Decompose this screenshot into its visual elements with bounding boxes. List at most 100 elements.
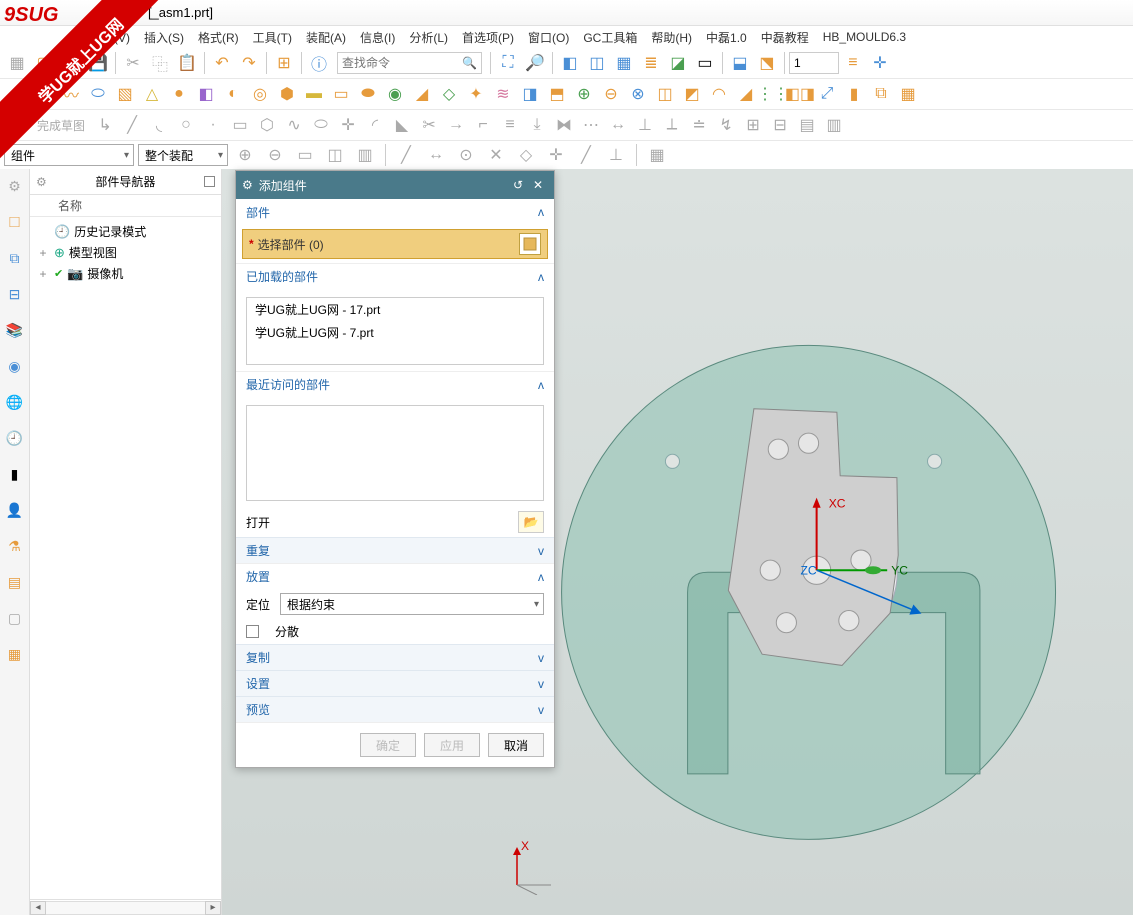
- command-search-input[interactable]: [342, 56, 462, 70]
- zoom-icon[interactable]: 🔎: [522, 50, 548, 76]
- swatch-icon[interactable]: ▭: [692, 50, 718, 76]
- mfg-icon[interactable]: ▤: [4, 571, 26, 593]
- rib-icon[interactable]: ◢: [409, 81, 435, 107]
- more-feature-icon[interactable]: ▦: [895, 81, 921, 107]
- dim-icon[interactable]: ↔: [605, 112, 631, 138]
- menu-gctools[interactable]: GC工具箱: [583, 29, 637, 46]
- redo-icon[interactable]: ↷: [236, 50, 262, 76]
- horizontal-scrollbar[interactable]: ◂ ▸: [30, 899, 221, 915]
- draft-icon[interactable]: ◩: [679, 81, 705, 107]
- layer-icon[interactable]: ≣: [638, 50, 664, 76]
- sel-tool5-icon[interactable]: ▥: [352, 142, 378, 168]
- shade-icon[interactable]: ◧: [557, 50, 583, 76]
- view-orient-icon[interactable]: ▦: [644, 142, 670, 168]
- section-settings[interactable]: 设置 v: [236, 670, 554, 696]
- trim-body-icon[interactable]: ◨: [517, 81, 543, 107]
- expand-icon[interactable]: +: [36, 246, 50, 260]
- snap-int-icon[interactable]: ✕: [483, 142, 509, 168]
- scroll-left-icon[interactable]: ◂: [30, 901, 46, 915]
- tree-node-camera[interactable]: + ✔ 📷 摄像机: [30, 263, 221, 284]
- split-body-icon[interactable]: ⬒: [544, 81, 570, 107]
- fit-icon[interactable]: ⛶: [495, 50, 521, 76]
- misc1-icon[interactable]: ⊞: [740, 112, 766, 138]
- command-search[interactable]: 🔍: [337, 52, 482, 74]
- process-studio-icon[interactable]: ⚗: [4, 535, 26, 557]
- profile-icon[interactable]: ↳: [92, 112, 118, 138]
- offset-surf-icon[interactable]: ≋: [490, 81, 516, 107]
- trim-icon[interactable]: ✂: [416, 112, 442, 138]
- sel-tool2-icon[interactable]: ⊖: [262, 142, 288, 168]
- history-icon[interactable]: 🕘: [4, 427, 26, 449]
- section-recent[interactable]: 最近访问的部件 ʌ: [236, 371, 554, 397]
- search-icon[interactable]: 🔍: [462, 56, 477, 70]
- paste-icon[interactable]: 📋: [174, 50, 200, 76]
- gear-icon[interactable]: ⚙: [4, 175, 26, 197]
- shell-icon[interactable]: ◫: [652, 81, 678, 107]
- subtract-icon[interactable]: ⊖: [598, 81, 624, 107]
- new-file-icon[interactable]: ▢: [31, 50, 57, 76]
- font-a-icon[interactable]: A: [4, 81, 30, 107]
- block-icon[interactable]: ▧: [112, 81, 138, 107]
- tree-header-name[interactable]: 名称: [30, 195, 221, 217]
- slot-icon[interactable]: ⬬: [355, 81, 381, 107]
- thicken-icon[interactable]: ▮: [841, 81, 867, 107]
- custom2-icon[interactable]: ▦: [4, 643, 26, 665]
- snap-tan-icon[interactable]: ╱: [573, 142, 599, 168]
- select-component-row[interactable]: * 选择部件 (0): [242, 229, 548, 259]
- datum-csys-icon[interactable]: ✦: [463, 81, 489, 107]
- unite-icon[interactable]: ⊕: [571, 81, 597, 107]
- menu-help[interactable]: 帮助(H): [651, 29, 692, 46]
- cone-icon[interactable]: △: [139, 81, 165, 107]
- menu-prefs[interactable]: 首选项(P): [462, 29, 514, 46]
- menu-hbmould[interactable]: HB_MOULD6.3: [823, 30, 906, 44]
- sew-icon[interactable]: ⧉: [868, 81, 894, 107]
- pattern-icon[interactable]: ⋮⋮: [760, 81, 786, 107]
- scale-icon[interactable]: ⤢: [814, 81, 840, 107]
- datum-axis-icon[interactable]: ✛: [31, 81, 57, 107]
- dialog-reset-icon[interactable]: ↺: [508, 178, 528, 192]
- menu-view[interactable]: 视图(V): [90, 29, 130, 46]
- menu-zltut[interactable]: 中磊教程: [761, 29, 809, 46]
- cut-icon[interactable]: ✂: [120, 50, 146, 76]
- cylinder-icon[interactable]: ⬭: [85, 81, 111, 107]
- cancel-button[interactable]: 取消: [488, 733, 544, 757]
- circle-icon[interactable]: ○: [173, 112, 199, 138]
- auto-dim-icon[interactable]: ⟂: [659, 112, 685, 138]
- constraint-icon[interactable]: ⊥: [632, 112, 658, 138]
- fillet-icon[interactable]: ◜: [362, 112, 388, 138]
- scroll-right-icon[interactable]: ▸: [205, 901, 221, 915]
- sel-tool3-icon[interactable]: ▭: [292, 142, 318, 168]
- groove-icon[interactable]: ◉: [382, 81, 408, 107]
- ellipse-icon[interactable]: ⬭: [308, 112, 334, 138]
- view-section-icon[interactable]: ⬓: [727, 50, 753, 76]
- misc3-icon[interactable]: ▤: [794, 112, 820, 138]
- sketch-tool-icon[interactable]: ▦: [4, 112, 30, 138]
- dialog-titlebar[interactable]: ⚙ 添加组件 ↺ ✕: [236, 171, 554, 199]
- menu-assembly[interactable]: 装配(A): [306, 29, 346, 46]
- offset-icon[interactable]: ≡: [497, 112, 523, 138]
- snap-quad-icon[interactable]: ◇: [513, 142, 539, 168]
- misc4-icon[interactable]: ▥: [821, 112, 847, 138]
- hd3d-icon[interactable]: ◉: [4, 355, 26, 377]
- project-icon[interactable]: ⤓: [524, 112, 550, 138]
- hole-icon[interactable]: ◎: [247, 81, 273, 107]
- save-icon[interactable]: 💾: [85, 50, 111, 76]
- line-width-value[interactable]: 1: [789, 52, 839, 74]
- web-browser-icon[interactable]: 🌐: [4, 391, 26, 413]
- panel-pin-icon[interactable]: [204, 176, 215, 187]
- revolve-icon[interactable]: ◐: [220, 81, 246, 107]
- snap-perp-icon[interactable]: ⊥: [603, 142, 629, 168]
- mirror-icon[interactable]: ◧◨: [787, 81, 813, 107]
- section-placement[interactable]: 放置 ʌ: [236, 563, 554, 589]
- datum-plane-icon[interactable]: ◇: [436, 81, 462, 107]
- rect-icon[interactable]: ▭: [227, 112, 253, 138]
- edit-section-icon[interactable]: ⬔: [754, 50, 780, 76]
- system-scene-icon[interactable]: ▮: [4, 463, 26, 485]
- open-file-button[interactable]: 📂: [518, 511, 544, 533]
- tree-node-history[interactable]: 🕘 历史记录模式: [30, 221, 221, 242]
- snap-ctr-icon[interactable]: ⊙: [453, 142, 479, 168]
- menu-insert[interactable]: 插入(S): [144, 29, 184, 46]
- menu-format[interactable]: 格式(R): [198, 29, 239, 46]
- intersect-icon[interactable]: ⊗: [625, 81, 651, 107]
- point-icon[interactable]: ·: [200, 112, 226, 138]
